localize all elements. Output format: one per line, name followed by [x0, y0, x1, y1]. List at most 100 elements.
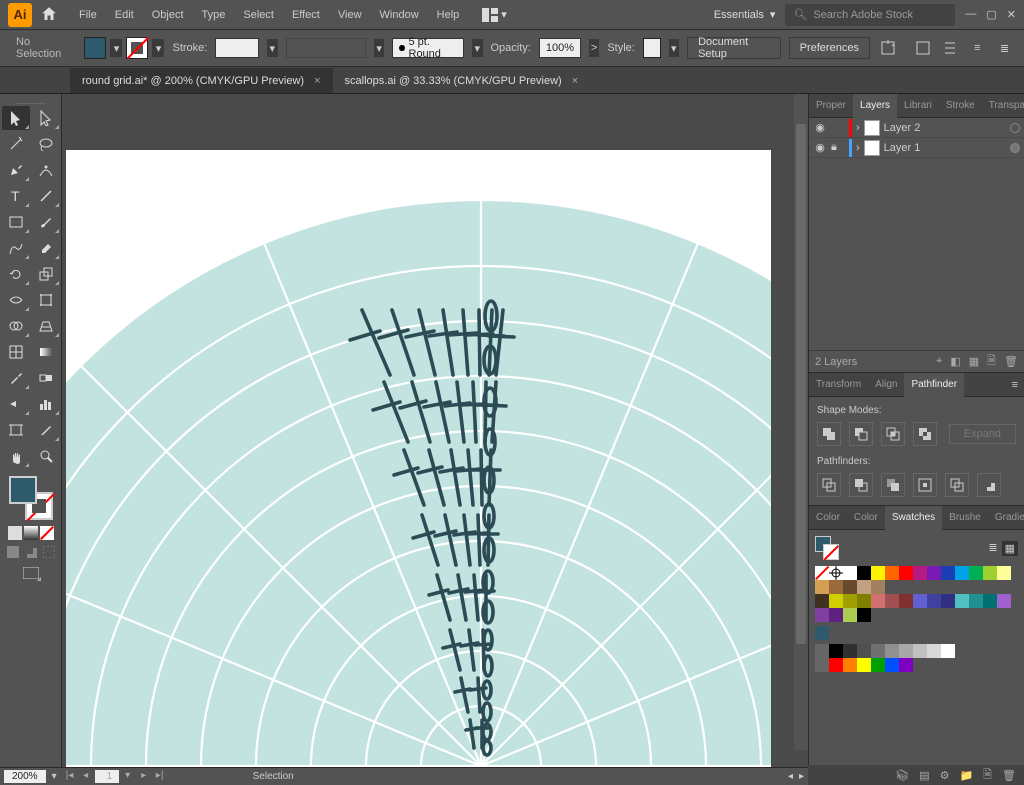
eraser-tool[interactable]	[32, 236, 60, 260]
paintbrush-tool[interactable]	[32, 210, 60, 234]
create-sublayer-icon[interactable]: ▦	[969, 355, 979, 368]
swatch[interactable]	[899, 566, 913, 580]
stroke-swatch[interactable]	[126, 37, 148, 59]
search-stock-input[interactable]: 🔍︎ Search Adobe Stock	[785, 4, 955, 26]
swatch[interactable]	[913, 594, 927, 608]
pen-tool[interactable]	[2, 158, 30, 182]
align-to-button[interactable]	[878, 37, 897, 59]
swatch[interactable]	[997, 566, 1011, 580]
layer-row[interactable]: ◉ 🔒︎ › Layer 1	[809, 138, 1024, 158]
divide-button[interactable]	[817, 473, 841, 497]
swatch[interactable]	[871, 580, 885, 594]
swatch[interactable]	[983, 566, 997, 580]
canvas-area[interactable]	[62, 94, 808, 767]
swatch[interactable]	[927, 594, 941, 608]
swatch[interactable]	[843, 658, 857, 672]
brush-dropdown[interactable]: ▾	[472, 39, 482, 57]
gradient-mode-button[interactable]	[24, 526, 38, 540]
document-tab-active[interactable]: round grid.ai* @ 200% (CMYK/GPU Preview)…	[70, 68, 333, 93]
rotate-tool[interactable]	[2, 262, 30, 286]
swatch[interactable]	[843, 580, 857, 594]
swatch-list-view-icon[interactable]: ≣	[988, 541, 997, 556]
shape-builder-tool[interactable]	[2, 314, 30, 338]
locate-object-icon[interactable]: ⌖	[936, 355, 942, 368]
stroke-weight-dropdown[interactable]: ▾	[267, 39, 277, 57]
zoom-tool[interactable]	[32, 444, 60, 468]
zoom-level-input[interactable]: 200%	[4, 770, 46, 783]
fill-stroke-indicator[interactable]: ▾ ▾	[84, 37, 164, 59]
swatch[interactable]	[829, 580, 843, 594]
minus-front-button[interactable]	[849, 422, 873, 446]
mesh-tool[interactable]	[2, 340, 30, 364]
fill-swatch[interactable]	[84, 37, 106, 59]
swatch[interactable]	[885, 566, 899, 580]
expand-icon[interactable]: ›	[856, 142, 860, 154]
menu-edit[interactable]: Edit	[106, 1, 143, 29]
swatch-kinds-icon[interactable]: ▤	[919, 769, 929, 782]
column-graph-tool[interactable]	[32, 392, 60, 416]
swatch[interactable]	[899, 644, 913, 658]
swatch[interactable]	[899, 658, 913, 672]
artboard-dropdown[interactable]: ▾	[121, 770, 135, 783]
make-clipping-mask-icon[interactable]: ◧	[950, 355, 960, 368]
tab-swatches[interactable]: Swatches	[885, 506, 942, 530]
draw-inside-button[interactable]	[41, 544, 57, 560]
fill-dropdown[interactable]: ▾	[110, 39, 122, 57]
tab-properties[interactable]: Proper	[809, 94, 853, 118]
tab-align[interactable]: Align	[868, 373, 904, 397]
swatch[interactable]	[955, 594, 969, 608]
tab-color-guide[interactable]: Color	[847, 506, 885, 530]
registration-swatch[interactable]	[829, 566, 843, 580]
style-swatch[interactable]	[643, 38, 661, 58]
swatch[interactable]	[829, 608, 843, 622]
swatch[interactable]	[997, 594, 1011, 608]
line-tool[interactable]	[32, 184, 60, 208]
minus-back-button[interactable]	[977, 473, 1001, 497]
fill-stroke-control[interactable]	[9, 476, 53, 520]
swatch[interactable]	[857, 594, 871, 608]
curvature-tool[interactable]	[32, 158, 60, 182]
shaper-tool[interactable]	[2, 236, 30, 260]
swatch[interactable]	[927, 566, 941, 580]
target-icon[interactable]	[1010, 123, 1020, 133]
fill-color-control[interactable]	[9, 476, 37, 504]
swatch[interactable]	[843, 644, 857, 658]
tab-gradient[interactable]: Gradie	[988, 506, 1024, 530]
close-button[interactable]: ✕	[1007, 8, 1016, 21]
swatch[interactable]	[857, 644, 871, 658]
screen-mode-button[interactable]	[20, 564, 42, 582]
transform-icon[interactable]	[913, 37, 932, 59]
swatch[interactable]	[969, 566, 983, 580]
trim-button[interactable]	[849, 473, 873, 497]
swatch[interactable]	[871, 644, 885, 658]
first-artboard-button[interactable]: |◂	[63, 770, 77, 783]
panel-menu-icon[interactable]: ≣	[995, 37, 1014, 59]
delete-layer-icon[interactable]: 🗑	[1004, 355, 1018, 368]
swatch[interactable]	[815, 580, 829, 594]
menu-file[interactable]: File	[70, 1, 106, 29]
selection-tool[interactable]	[2, 106, 30, 130]
menu-type[interactable]: Type	[193, 1, 235, 29]
tab-transform[interactable]: Transform	[809, 373, 868, 397]
home-icon[interactable]	[40, 5, 60, 25]
visibility-icon[interactable]: ◉	[813, 141, 827, 154]
layer-name[interactable]: Layer 1	[884, 142, 921, 154]
eyedropper-tool[interactable]	[2, 366, 30, 390]
swatch[interactable]	[871, 594, 885, 608]
swatch[interactable]	[955, 566, 969, 580]
tab-transparency[interactable]: Transpa	[982, 94, 1024, 118]
draw-behind-button[interactable]	[23, 544, 39, 560]
swatch[interactable]	[941, 644, 955, 658]
unite-button[interactable]	[817, 422, 841, 446]
target-icon[interactable]	[1010, 143, 1020, 153]
magic-wand-tool[interactable]	[2, 132, 30, 156]
swatch[interactable]	[815, 594, 829, 608]
rectangle-tool[interactable]	[2, 210, 30, 234]
intersect-button[interactable]	[881, 422, 905, 446]
scrollbar-thumb[interactable]	[796, 124, 806, 644]
var-width-profile[interactable]	[286, 38, 366, 58]
swatch[interactable]	[913, 566, 927, 580]
layer-name[interactable]: Layer 2	[884, 122, 921, 134]
artboard-number[interactable]: 1	[95, 770, 119, 783]
brush-definition[interactable]: 5 pt. Round	[392, 38, 464, 58]
